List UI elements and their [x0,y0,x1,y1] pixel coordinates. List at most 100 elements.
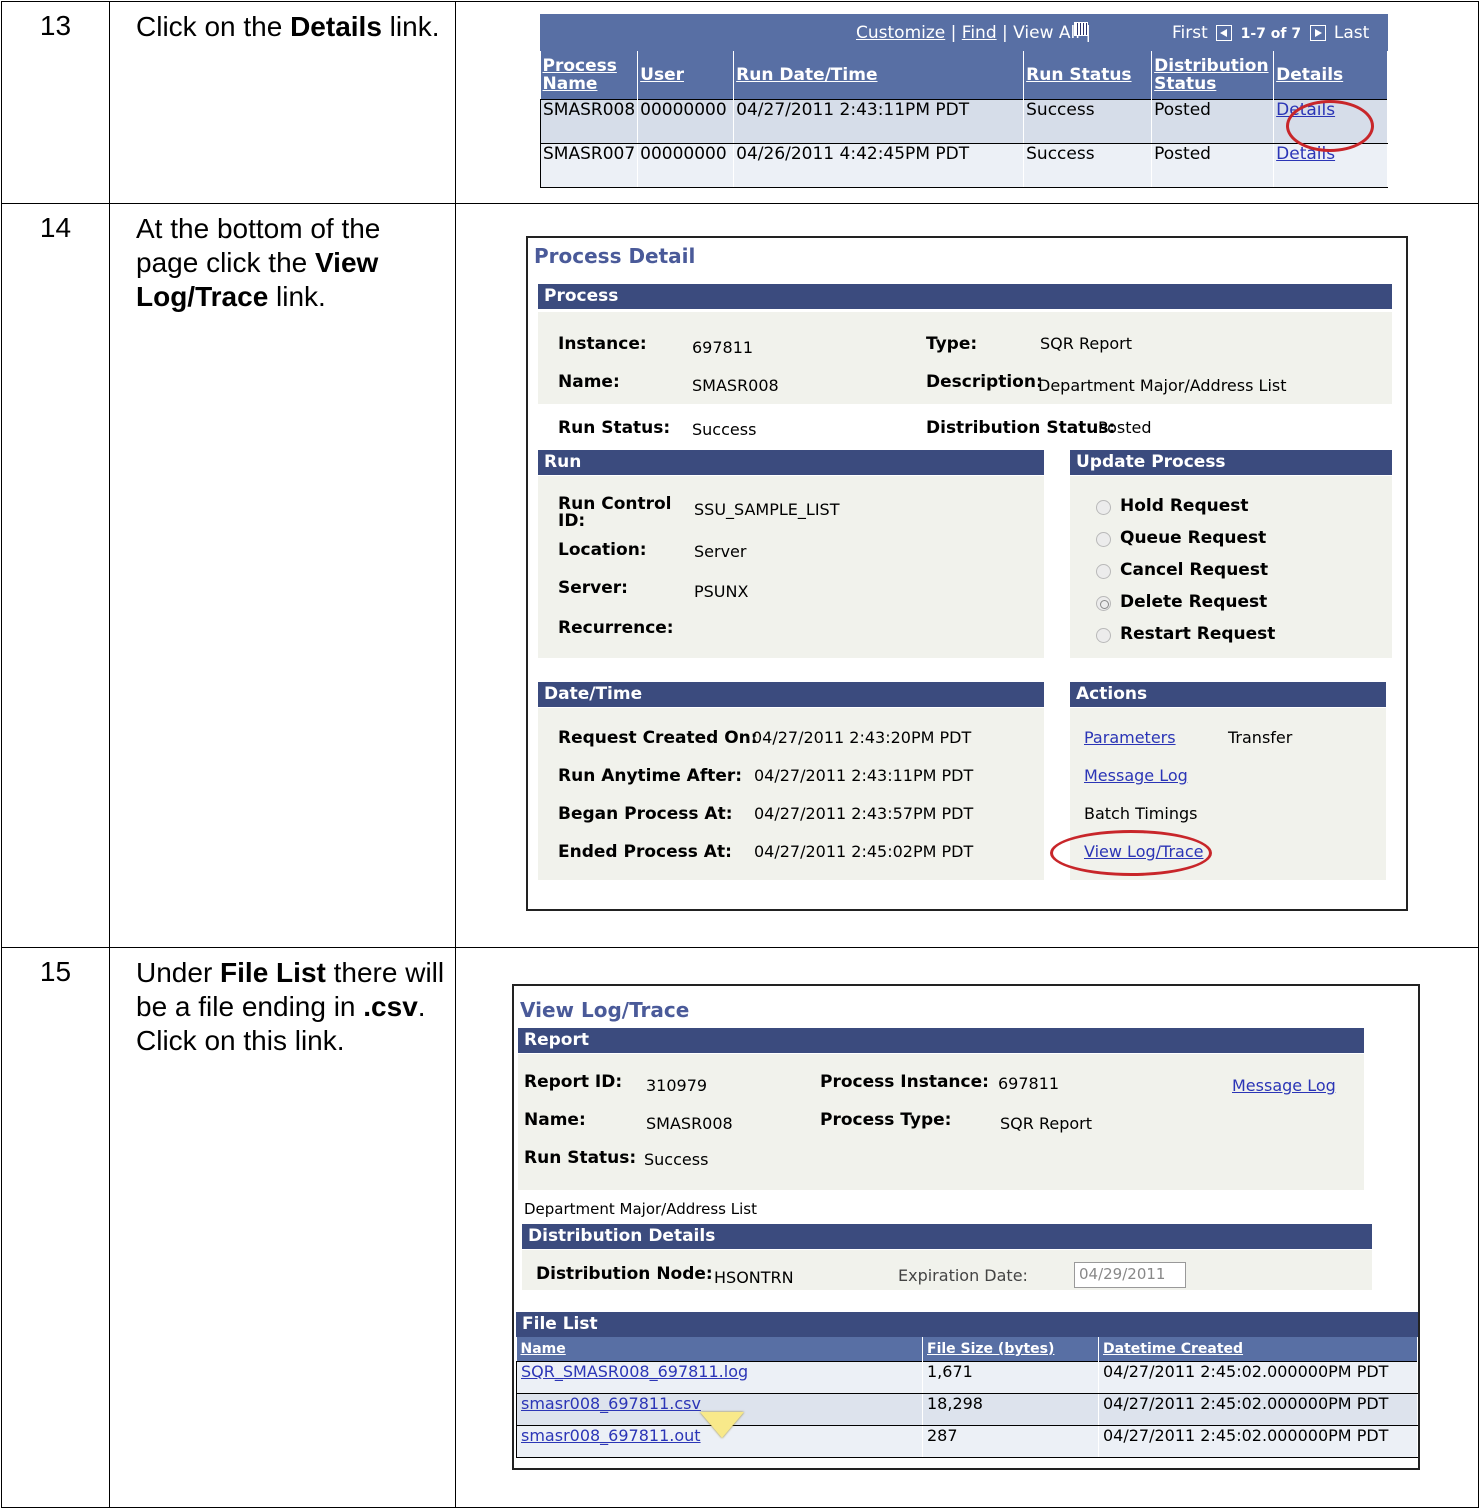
file-list-section: File List Name File Size (bytes) Datetim… [516,1312,1418,1458]
col-distribution-status[interactable]: Distribution Status [1151,51,1275,99]
recurrence-label: Recurrence: [558,618,674,638]
run-control-value: SSU_SAMPLE_LIST [694,500,840,519]
step-instruction: At the bottom of the page click the View… [109,203,456,948]
location-value: Server [694,542,747,561]
message-log-link[interactable]: Message Log [1232,1076,1336,1095]
instance-value: 697811 [692,338,754,357]
distribution-node-value: HSONTRN [714,1268,794,1287]
request-created-value: 04/27/2011 2:43:20PM PDT [752,728,972,747]
page-range: 1-7 of 7 [1240,26,1302,42]
file-link[interactable]: SQR_SMASR008_697811.log [521,1362,748,1381]
run-status-value: Success [644,1150,709,1169]
find-link[interactable]: Find [962,23,997,43]
screenshot-process-detail: Process Detail Process Instance: 697811 … [455,203,1479,948]
download-grid-icon[interactable] [1074,22,1088,36]
cell-run-status: Success [1023,142,1153,188]
file-link-csv[interactable]: smasr008_697811.csv [521,1394,701,1413]
customize-link[interactable]: Customize [856,23,945,43]
process-instance-label: Process Instance: [820,1072,989,1092]
cell-run-date: 04/26/2011 4:42:45PM PDT [733,142,1025,188]
previous-icon[interactable] [1216,25,1233,41]
server-value: PSUNX [694,582,749,601]
step-number: 13 [1,1,110,204]
parameters-link[interactable]: Parameters [1084,728,1176,747]
process-instance-value: 697811 [998,1074,1060,1093]
distribution-node-label: Distribution Node: [536,1264,713,1284]
screenshot-view-log: View Log/Trace Report Report ID: 310979 … [455,947,1479,1508]
cell-run-status: Success [1023,98,1153,144]
type-value: SQR Report [1040,334,1132,353]
col-file-name[interactable]: Name [516,1337,923,1361]
table-row: smasr008_697811.out 287 04/27/2011 2:45:… [516,1424,1418,1458]
report-description: Department Major/Address List [524,1200,757,1218]
col-file-size[interactable]: File Size (bytes) [922,1337,1099,1361]
page-title: Process Detail [534,244,696,268]
file-datetime: 04/27/2011 2:45:02.000000PM PDT [1098,1360,1418,1394]
expiration-date-label: Expiration Date: [898,1266,1028,1285]
process-section-header: Process [538,284,1392,309]
name-value: SMASR008 [692,376,779,395]
run-status-label: Run Status: [558,418,671,438]
file-link[interactable]: smasr008_697811.out [521,1426,701,1445]
transfer-label: Transfer [1228,728,1293,747]
batch-timings-label: Batch Timings [1084,804,1198,823]
server-label: Server: [558,578,628,598]
col-run-status[interactable]: Run Status [1023,51,1153,99]
distribution-status-label: Distribution Status: [926,418,1116,438]
run-anytime-label: Run Anytime After: [558,766,743,786]
step-instruction: Under File List there will be a file end… [109,947,456,1508]
hold-request-radio[interactable] [1096,500,1111,515]
table-row: smasr008_697811.csv 18,298 04/27/2011 2:… [516,1392,1418,1426]
table-row: SMASR007 00000000 04/26/2011 4:42:45PM P… [539,142,1388,188]
report-section-header: Report [518,1028,1364,1053]
highlight-oval [1050,830,1212,876]
last-link[interactable]: Last [1334,23,1369,43]
cancel-request-label: Cancel Request [1120,560,1269,580]
col-user[interactable]: User [637,51,735,99]
name-value: SMASR008 [646,1114,733,1133]
run-status-value: Success [692,420,757,439]
description-value: Department Major/Address List [1038,376,1287,395]
step-row-13: 13 Click on the Details link. Customize … [1,1,1479,204]
step-row-15: 15 Under File List there will be a file … [1,947,1479,1508]
col-datetime-created[interactable]: Datetime Created [1098,1337,1418,1361]
hold-request-label: Hold Request [1120,496,1249,516]
cell-process-name: SMASR008 [539,98,639,144]
restart-request-radio[interactable] [1096,628,1111,643]
name-label: Name: [558,372,620,392]
queue-request-radio[interactable] [1096,532,1111,547]
table-row: SQR_SMASR008_697811.log 1,671 04/27/2011… [516,1360,1418,1394]
ended-label: Ended Process At: [558,842,732,862]
distribution-details-header: Distribution Details [522,1224,1372,1249]
type-label: Type: [926,334,978,354]
process-detail-panel: Process Detail Process Instance: 697811 … [526,236,1408,911]
delete-request-radio[interactable] [1096,596,1111,611]
began-label: Began Process At: [558,804,733,824]
run-anytime-value: 04/27/2011 2:43:11PM PDT [754,766,974,785]
process-type-label: Process Type: [820,1110,952,1130]
grid-navigation-bar: Customize | Find | View All | First 1-7 … [540,14,1388,51]
screenshot-process-list: Customize | Find | View All | First 1-7 … [455,1,1479,204]
message-log-link[interactable]: Message Log [1084,766,1188,785]
file-size: 1,671 [922,1360,1099,1394]
began-value: 04/27/2011 2:43:57PM PDT [754,804,974,823]
page-title: View Log/Trace [520,998,690,1022]
col-process-name[interactable]: Process Name [540,51,639,99]
cancel-request-radio[interactable] [1096,564,1111,579]
ended-value: 04/27/2011 2:45:02PM PDT [754,842,974,861]
actions-section-header: Actions [1070,682,1386,707]
first-link[interactable]: First [1172,23,1208,43]
expiration-date-field[interactable]: 04/29/2011 [1074,1262,1186,1288]
delete-request-label: Delete Request [1120,592,1268,612]
next-icon[interactable] [1309,25,1326,41]
step-number: 15 [1,947,110,1508]
pager: First 1-7 of 7 Last [1172,23,1369,43]
col-run-date[interactable]: Run Date/Time [733,51,1025,99]
highlight-oval [1286,100,1374,152]
col-details[interactable]: Details [1273,51,1388,99]
view-log-trace-panel: View Log/Trace Report Report ID: 310979 … [512,984,1420,1470]
cell-user: 00000000 [637,98,735,144]
instance-label: Instance: [558,334,647,354]
report-id-value: 310979 [646,1076,708,1095]
cell-distribution-status: Posted [1151,98,1275,144]
